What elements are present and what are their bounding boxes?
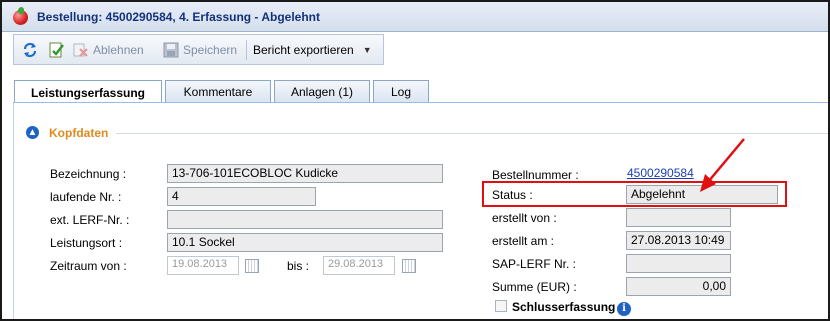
refresh-button[interactable]: [21, 35, 39, 64]
save-button[interactable]: Speichern: [163, 35, 237, 64]
tab-anlagen[interactable]: Anlagen (1): [274, 80, 370, 103]
window: Bestellung: 4500290584, 4. Erfassung - A…: [0, 0, 830, 321]
save-disk-icon: [163, 42, 179, 57]
tab-label: Leistungserfassung: [30, 85, 146, 100]
tab-label: Log: [390, 85, 412, 99]
schlusserfassung-label: Schlusserfassung: [512, 300, 616, 314]
sap-lerf-label: SAP-LERF Nr. :: [492, 257, 577, 271]
tab-leistungserfassung[interactable]: Leistungserfassung: [14, 80, 162, 104]
erstellt-am-field[interactable]: 27.08.2013 10:49: [626, 231, 731, 250]
chevron-down-icon: ▼: [362, 44, 372, 55]
zeitraum-label: Zeitraum von :: [50, 259, 127, 273]
document-edit-icon: [49, 42, 64, 57]
bestellnummer-link[interactable]: 4500290584: [627, 166, 694, 180]
reject-button[interactable]: Ablehnen: [73, 35, 144, 64]
calendar-icon[interactable]: [402, 259, 416, 273]
bestellnummer-label: Bestellnummer :: [492, 168, 579, 182]
tab-label: Kommentare: [183, 85, 253, 99]
laufende-nr-field[interactable]: 4: [167, 187, 316, 206]
toolbar: Ablehnen Speichern Bericht exportieren ▼: [13, 34, 384, 65]
app-logo-icon: [13, 10, 28, 25]
summe-label: Summe (EUR) :: [492, 280, 577, 294]
calendar-icon[interactable]: [245, 259, 259, 273]
ext-lerf-field[interactable]: [167, 210, 443, 229]
date-to-field[interactable]: 29.08.2013: [323, 256, 395, 275]
bis-label: bis :: [287, 259, 310, 273]
reject-label: Ablehnen: [93, 42, 144, 57]
bezeichnung-field[interactable]: 13-706-101ECOBLOC Kudicke: [167, 164, 443, 183]
toolbar-separator: [246, 40, 247, 60]
erstellt-von-field[interactable]: [626, 208, 731, 227]
edit-approve-button[interactable]: [48, 35, 66, 64]
refresh-icon: [23, 42, 37, 57]
status-label: Status :: [492, 188, 533, 202]
tab-kommentare[interactable]: Kommentare: [165, 80, 271, 103]
schlusserfassung-checkbox[interactable]: [495, 300, 507, 312]
export-label: Bericht exportieren: [253, 42, 354, 57]
collapse-arrow-icon[interactable]: ▲: [26, 126, 39, 139]
reject-x-icon: [73, 43, 88, 57]
window-title: Bestellung: 4500290584, 4. Erfassung - A…: [37, 10, 320, 24]
laufende-nr-label: laufende Nr. :: [50, 190, 122, 204]
summe-field[interactable]: 0,00: [626, 277, 731, 296]
ext-lerf-label: ext. LERF-Nr. :: [50, 213, 130, 227]
date-from-field[interactable]: 19.08.2013: [167, 256, 239, 275]
sap-lerf-field[interactable]: [626, 254, 731, 273]
leistungsort-field[interactable]: 10.1 Sockel: [167, 233, 443, 252]
save-label: Speichern: [183, 42, 238, 57]
erstellt-von-label: erstellt von :: [492, 211, 557, 225]
export-report-dropdown[interactable]: Bericht exportieren ▼: [253, 35, 372, 64]
tab-log[interactable]: Log: [373, 80, 429, 103]
title-bar: Bestellung: 4500290584, 4. Erfassung - A…: [2, 2, 828, 32]
leistungsort-label: Leistungsort :: [50, 236, 123, 250]
section-title: Kopfdaten: [49, 126, 109, 140]
bezeichnung-label: Bezeichnung :: [50, 167, 127, 181]
info-icon[interactable]: i: [617, 302, 631, 316]
erstellt-am-label: erstellt am :: [492, 234, 555, 248]
tab-label: Anlagen (1): [290, 85, 354, 99]
red-arrow-annotation: [700, 138, 745, 192]
